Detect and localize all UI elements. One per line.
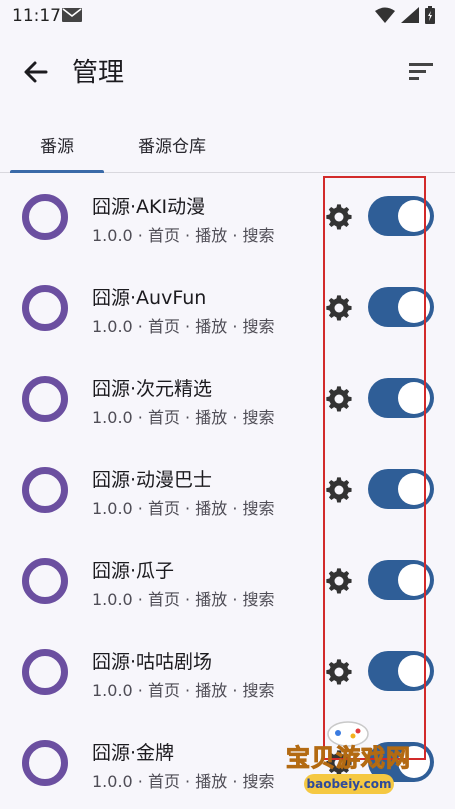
source-meta: 1.0.0 · 首页 · 播放 · 搜索 <box>92 772 275 791</box>
watermark: 宝贝游戏网 baobeiy.com <box>282 716 422 806</box>
watermark-text: 宝贝游戏网 <box>286 744 411 773</box>
tab-bar: 番源 番源仓库 <box>0 116 455 173</box>
source-meta: 1.0.0 · 首页 · 播放 · 搜索 <box>92 317 275 336</box>
status-time: 11:17 <box>12 6 61 26</box>
battery-icon <box>425 6 435 24</box>
wifi-icon <box>375 7 395 23</box>
source-meta: 1.0.0 · 首页 · 播放 · 搜索 <box>92 681 275 700</box>
source-name: 囧源·咕咕剧场 <box>92 651 213 673</box>
source-name: 囧源·金牌 <box>92 742 175 764</box>
source-ring-icon <box>22 285 68 331</box>
source-ring-icon <box>22 467 68 513</box>
source-meta: 1.0.0 · 首页 · 播放 · 搜索 <box>92 226 275 245</box>
source-meta: 1.0.0 · 首页 · 播放 · 搜索 <box>92 499 275 518</box>
tab-label: 番源 <box>40 136 74 157</box>
tab-source-repository[interactable]: 番源仓库 <box>118 116 226 172</box>
source-ring-icon <box>22 376 68 422</box>
source-meta: 1.0.0 · 首页 · 播放 · 搜索 <box>92 590 275 609</box>
tab-label: 番源仓库 <box>138 136 206 157</box>
watermark-url: baobeiy.com <box>304 774 394 794</box>
app-bar: 管理 <box>0 40 455 100</box>
sort-icon[interactable] <box>407 58 435 86</box>
highlight-annotation-box <box>323 176 426 760</box>
source-ring-icon <box>22 558 68 604</box>
source-name: 囧源·次元精选 <box>92 378 213 400</box>
source-name: 囧源·动漫巴士 <box>92 469 213 491</box>
source-ring-icon <box>22 740 68 786</box>
tab-sources[interactable]: 番源 <box>10 116 104 172</box>
source-name: 囧源·AKI动漫 <box>92 196 206 218</box>
mail-icon <box>62 8 82 22</box>
status-bar: 11:17 <box>0 0 455 32</box>
source-ring-icon <box>22 649 68 695</box>
source-meta: 1.0.0 · 首页 · 播放 · 搜索 <box>92 408 275 427</box>
source-ring-icon <box>22 194 68 240</box>
arrow-back-icon[interactable] <box>20 56 52 88</box>
source-name: 囧源·AuvFun <box>92 287 207 309</box>
page-title: 管理 <box>72 58 125 88</box>
source-name: 囧源·瓜子 <box>92 560 175 582</box>
signal-icon <box>401 7 419 23</box>
